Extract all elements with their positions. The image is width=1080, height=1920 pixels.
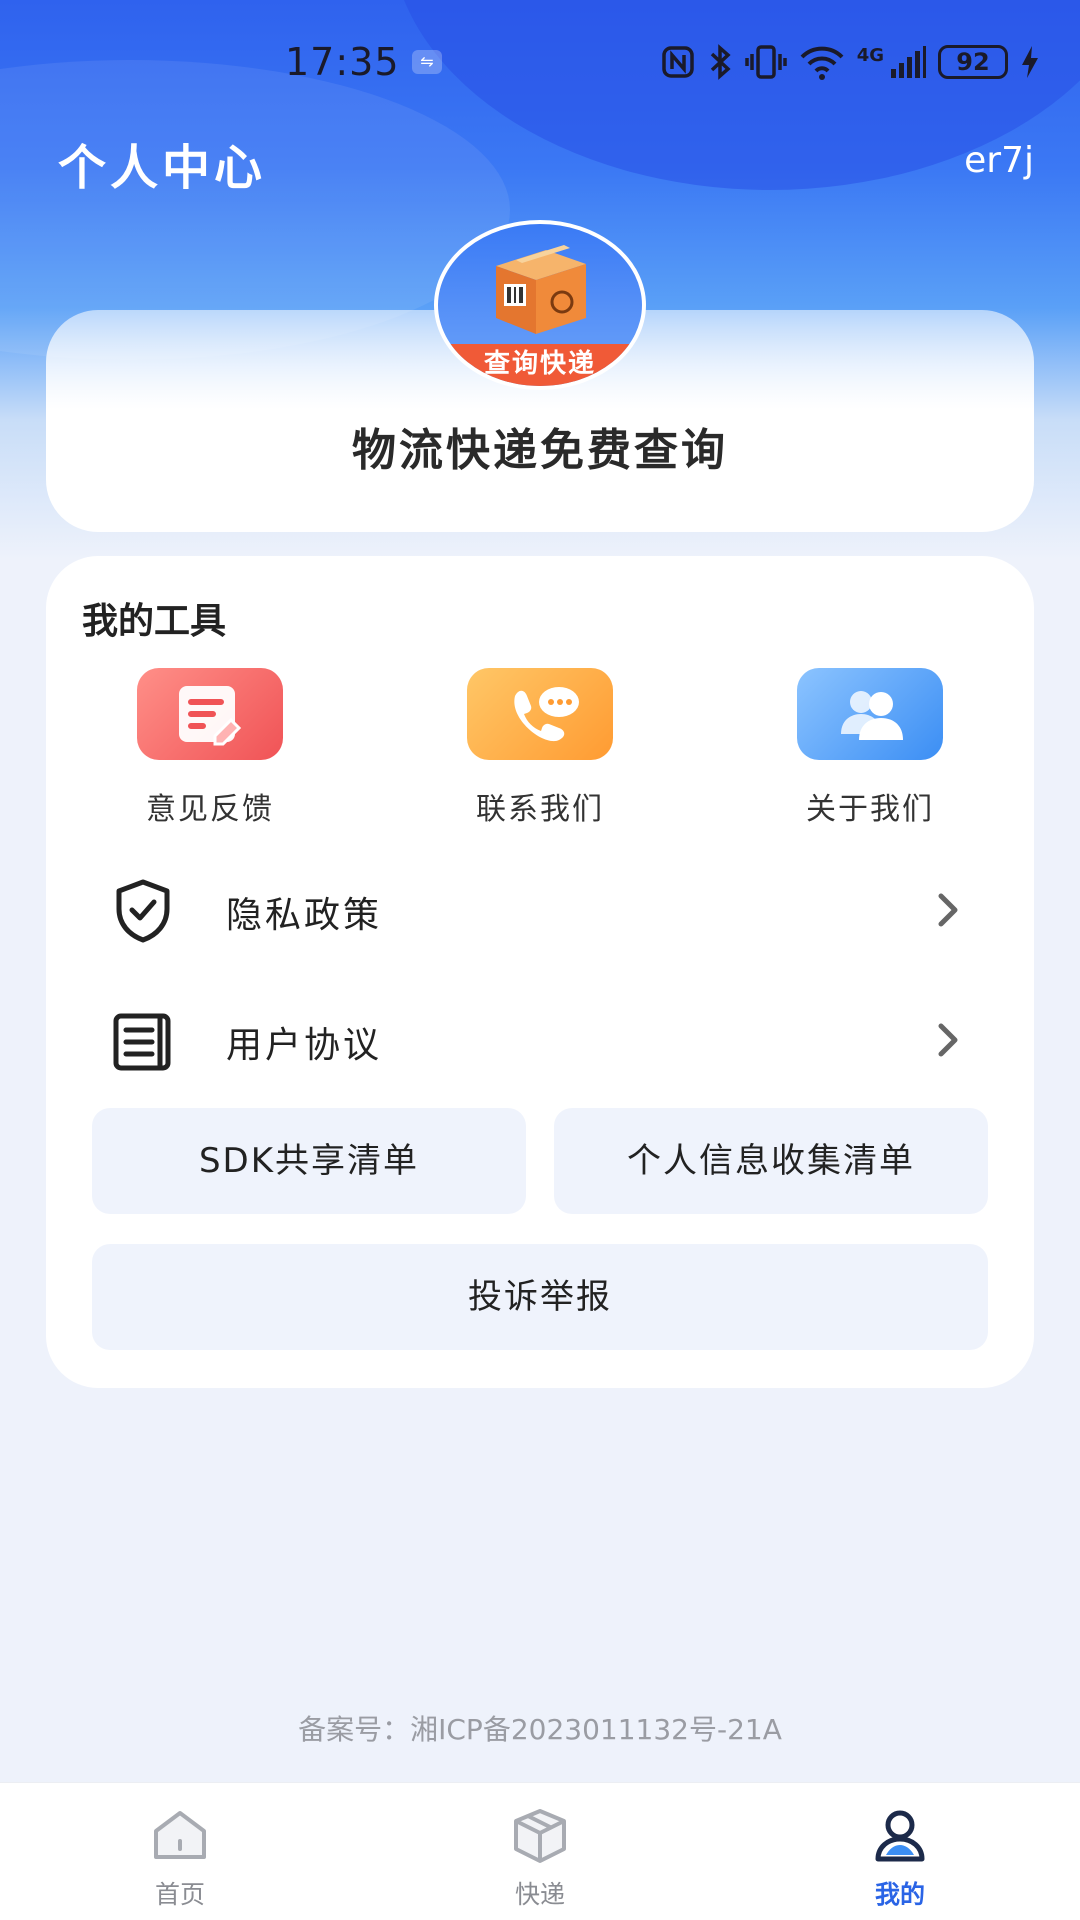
menu-item-user-agreement[interactable]: 用户协议: [46, 986, 1034, 1096]
tool-contact[interactable]: 联系我们: [440, 668, 640, 828]
app-name: 物流快递免费查询: [352, 425, 728, 476]
home-icon: [154, 1811, 206, 1859]
tab-label: 快递: [514, 1880, 565, 1909]
tools-title: 我的工具: [82, 601, 227, 642]
complaint-button[interactable]: 投诉举报: [92, 1244, 988, 1350]
page-title: 个人中心: [58, 140, 267, 196]
bluetooth-icon: [710, 44, 731, 80]
sdk-list-button[interactable]: SDK共享清单: [92, 1108, 526, 1214]
tab-mine[interactable]: 我的: [800, 1783, 1000, 1920]
signal-icon: [891, 46, 926, 78]
tab-bar: 首页 快递 我的: [0, 1782, 1080, 1920]
tool-label: 意见反馈: [146, 792, 274, 827]
shield-check-icon: [116, 879, 170, 943]
charging-icon: [1022, 46, 1038, 78]
menu-item-privacy[interactable]: 隐私政策: [46, 856, 1034, 966]
package-icon: [514, 1809, 566, 1863]
tool-about[interactable]: 关于我们: [770, 668, 970, 828]
phone-chat-icon: [467, 668, 613, 760]
tab-home[interactable]: 首页: [80, 1783, 280, 1920]
tool-feedback[interactable]: 意见反馈: [110, 668, 310, 828]
usb-icon: ⇋: [412, 50, 442, 74]
vibrate-icon: [744, 45, 787, 79]
status-bar: 17:35 ⇋ 4G 92: [0, 0, 1080, 126]
tab-label: 我的: [874, 1880, 925, 1909]
user-icon: [875, 1810, 925, 1862]
beian-number: 备案号：湘ICP备2023011132号-21A: [298, 1713, 782, 1746]
tab-label: 首页: [154, 1880, 205, 1909]
tab-express[interactable]: 快递: [440, 1783, 640, 1920]
username[interactable]: er7j: [964, 140, 1034, 181]
logo-ribbon: 查询快递: [438, 344, 642, 386]
nfc-icon: [661, 46, 694, 78]
document-icon: [113, 1013, 171, 1071]
users-icon: [797, 668, 943, 760]
package-box-icon: [496, 245, 586, 334]
chevron-right-icon: [938, 893, 958, 927]
tool-label: 关于我们: [806, 792, 934, 827]
status-icons: 4G 92: [661, 40, 1040, 84]
tools-card: 我的工具 意见反馈 联系我们 关于我们 隐私政策 用户协议 SDK共享清单 个人…: [46, 556, 1034, 1388]
feedback-icon: [137, 668, 283, 760]
wifi-icon: [800, 46, 844, 80]
network-type: 4G: [856, 44, 884, 66]
tool-label: 联系我们: [476, 792, 604, 827]
app-logo: 查询快递: [434, 220, 646, 390]
personal-info-list-button[interactable]: 个人信息收集清单: [554, 1108, 988, 1214]
menu-label: 用户协议: [226, 1025, 383, 1066]
battery-icon: 92: [938, 45, 1008, 79]
status-time: 17:35: [285, 40, 400, 84]
menu-label: 隐私政策: [226, 895, 383, 936]
chevron-right-icon: [938, 1023, 958, 1057]
